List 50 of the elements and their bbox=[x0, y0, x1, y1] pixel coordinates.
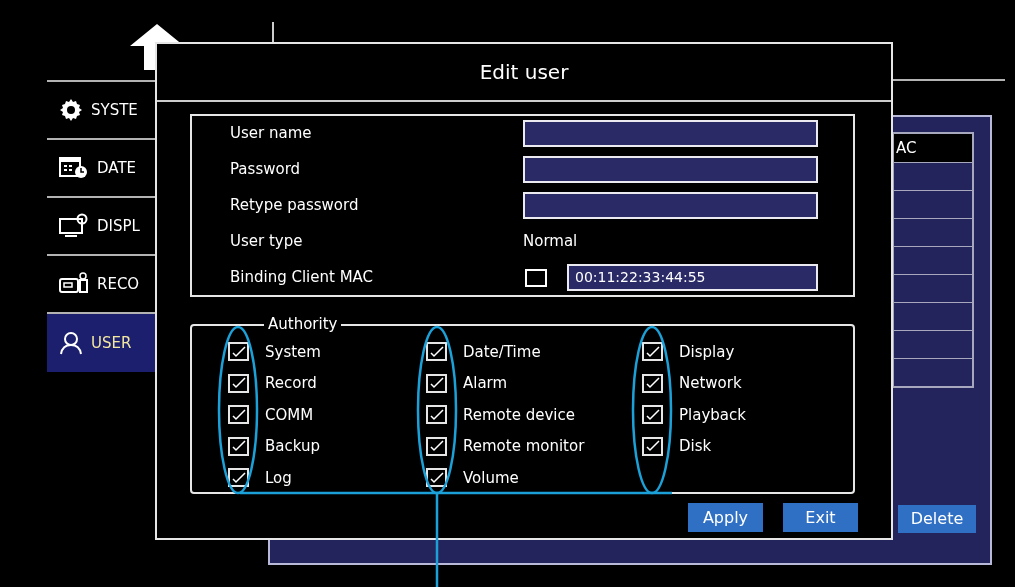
permission-label: Record bbox=[265, 373, 317, 394]
permission-label: System bbox=[265, 341, 321, 363]
input-field[interactable] bbox=[523, 192, 818, 219]
checkbox[interactable] bbox=[228, 342, 249, 362]
checkbox[interactable] bbox=[426, 405, 447, 425]
permission-label: Alarm bbox=[463, 373, 508, 394]
permission-label: COMM bbox=[265, 404, 314, 426]
input-field[interactable] bbox=[523, 156, 818, 183]
checkbox[interactable] bbox=[642, 373, 663, 393]
checkbox[interactable] bbox=[228, 468, 249, 488]
field-label: User type bbox=[230, 231, 304, 253]
authority-title: Authority bbox=[264, 315, 342, 333]
permission-label: Display bbox=[679, 341, 735, 363]
checkbox[interactable] bbox=[426, 468, 447, 488]
permission-label: Date/Time bbox=[463, 341, 541, 363]
checkbox[interactable] bbox=[525, 268, 547, 287]
checkbox[interactable] bbox=[426, 436, 447, 456]
dialog-title: Edit user bbox=[479, 59, 569, 86]
checkbox[interactable] bbox=[642, 405, 663, 425]
dialog-button[interactable]: Exit bbox=[783, 503, 858, 532]
column-header: AC bbox=[895, 137, 917, 159]
checkbox[interactable] bbox=[642, 436, 663, 456]
permission-label: Playback bbox=[679, 404, 746, 426]
camera-icon bbox=[59, 272, 89, 296]
checkbox[interactable] bbox=[426, 373, 447, 393]
user-icon bbox=[59, 331, 83, 355]
checkbox[interactable] bbox=[426, 342, 447, 362]
checkbox[interactable] bbox=[228, 405, 249, 425]
dialog-button[interactable]: Apply bbox=[688, 503, 763, 532]
permission-label: Remote monitor bbox=[463, 436, 585, 457]
field-label: Retype password bbox=[230, 195, 360, 217]
checkbox[interactable] bbox=[642, 342, 663, 362]
permission-label: Volume bbox=[463, 467, 519, 489]
permission-label: Remote device bbox=[463, 404, 575, 426]
monitor-gear-icon bbox=[59, 213, 89, 239]
calendar-clock-icon bbox=[59, 156, 89, 180]
user-type-value: Normal bbox=[523, 231, 578, 253]
mac-address-field[interactable]: 00:11:22:33:44:55 bbox=[567, 264, 818, 291]
checkbox[interactable] bbox=[228, 436, 249, 456]
field-label: Password bbox=[230, 159, 302, 181]
permission-label: Disk bbox=[679, 436, 712, 457]
field-label: Binding Client MAC bbox=[230, 267, 375, 289]
permission-label: Network bbox=[679, 373, 742, 394]
delete-button[interactable]: Delete bbox=[898, 505, 976, 533]
field-label: User name bbox=[230, 123, 313, 145]
checkbox[interactable] bbox=[228, 373, 249, 393]
gear-icon bbox=[59, 98, 83, 122]
permission-label: Log bbox=[265, 467, 292, 489]
input-field[interactable] bbox=[523, 120, 818, 147]
permission-label: Backup bbox=[265, 436, 320, 457]
